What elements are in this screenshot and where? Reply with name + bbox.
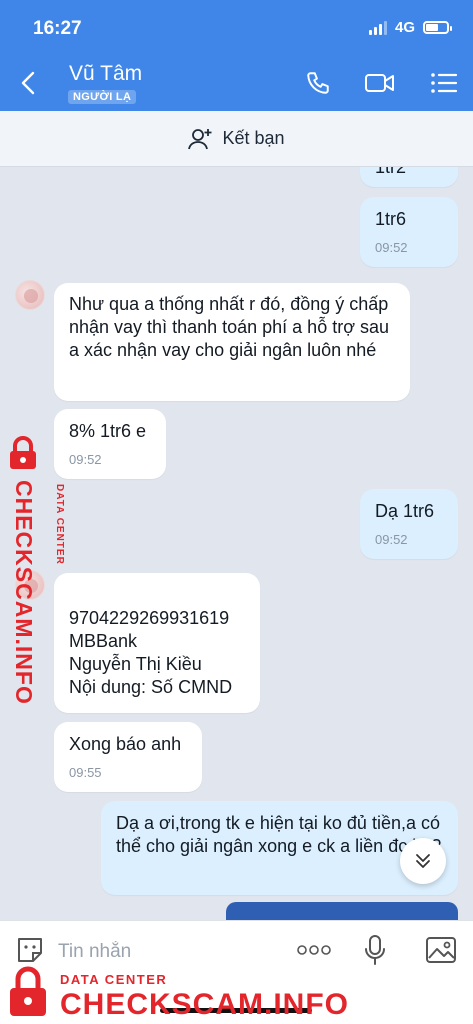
message-input[interactable] [58, 938, 278, 966]
message-text: 8% 1tr6 e [69, 421, 147, 441]
image-icon [426, 937, 456, 963]
add-user-icon [188, 128, 212, 149]
message-bubble[interactable]: 8% 1tr6 e 09:52 [54, 409, 166, 479]
message-text: 1tr2 [375, 167, 407, 177]
scroll-to-bottom-button[interactable] [400, 838, 446, 884]
watermark-subtitle: DATA CENTER [60, 972, 168, 987]
status-time: 16:27 [33, 18, 82, 39]
stranger-badge: NGƯỜI LẠ [68, 90, 137, 104]
message-text: 1tr6 [375, 209, 407, 229]
voice-call-button[interactable] [302, 68, 334, 98]
message-time: 09:52 [375, 532, 408, 547]
signal-icon [368, 20, 387, 35]
list-menu-icon [431, 73, 458, 93]
message-text: Như qua a thống nhất r đó, đồng ý chấp n… [69, 294, 390, 360]
phone-icon [307, 72, 329, 94]
message-text: Dạ 1tr6 [375, 501, 435, 521]
video-call-button[interactable] [364, 68, 396, 98]
add-friend-button[interactable]: Kết bạn [0, 111, 473, 167]
options-menu-button[interactable] [428, 68, 460, 98]
message-time: 09:52 [69, 452, 102, 467]
message-bubble[interactable]: 9704229269931619 MBBank Nguyễn Thị Kiều … [54, 573, 260, 713]
voice-message-button[interactable] [362, 932, 388, 968]
battery-icon [423, 21, 452, 34]
message-bubble[interactable]: 1tr2 [360, 167, 458, 187]
photo-button[interactable] [424, 932, 458, 968]
sticker-icon [18, 938, 42, 962]
padlock-icon [10, 966, 46, 1016]
message-time: 09:52 [375, 240, 408, 255]
contact-name[interactable]: Vũ Tâm [69, 62, 142, 86]
transfer-content: Nội dung: Số CMND [69, 677, 233, 697]
message-bubble[interactable]: Như qua a thống nhất r đó, đồng ý chấp n… [54, 283, 410, 401]
watermark-title: CHECKSCAM.INFO [60, 988, 349, 1021]
account-holder: Nguyễn Thị Kiều [69, 654, 202, 674]
add-friend-label: Kết bạn [222, 128, 285, 148]
more-dots-icon [297, 945, 331, 955]
message-text: Dạ a ơi,trong tk e hiện tại ko đủ tiền,a… [116, 813, 442, 856]
watermark-subtitle: DATA CENTER [54, 484, 65, 565]
network-type: 4G [394, 19, 415, 36]
back-button[interactable] [14, 66, 42, 100]
message-bubble[interactable]: Xong báo anh 09:55 [54, 722, 202, 792]
watermark-title: CHECKSCAM.INFO [11, 480, 37, 705]
avatar[interactable] [15, 280, 45, 310]
microphone-icon [365, 935, 385, 965]
chevron-double-down-icon [416, 854, 430, 868]
status-indicators: 4G [368, 19, 452, 36]
message-text: Xong báo anh [69, 734, 182, 754]
video-camera-icon [365, 74, 394, 92]
chevron-left-icon [21, 71, 35, 95]
message-bubble[interactable] [226, 902, 458, 920]
chat-header: 16:27 4G Vũ Tâm NGƯỜI LẠ [0, 0, 473, 111]
watermark-side: CHECKSCAM.INFO DATA CENTER [2, 436, 65, 705]
account-number: 9704229269931619 [69, 608, 230, 628]
bank-name: MBBank [69, 631, 138, 651]
message-bubble[interactable]: Dạ 1tr6 09:52 [360, 489, 458, 559]
message-time: 09:55 [69, 765, 102, 780]
message-list[interactable]: 1tr2 1tr6 09:52 Như qua a thống nhất r đ… [0, 167, 473, 920]
more-options-button[interactable] [296, 932, 332, 968]
message-bubble[interactable]: 1tr6 09:52 [360, 197, 458, 267]
padlock-icon [10, 436, 36, 469]
